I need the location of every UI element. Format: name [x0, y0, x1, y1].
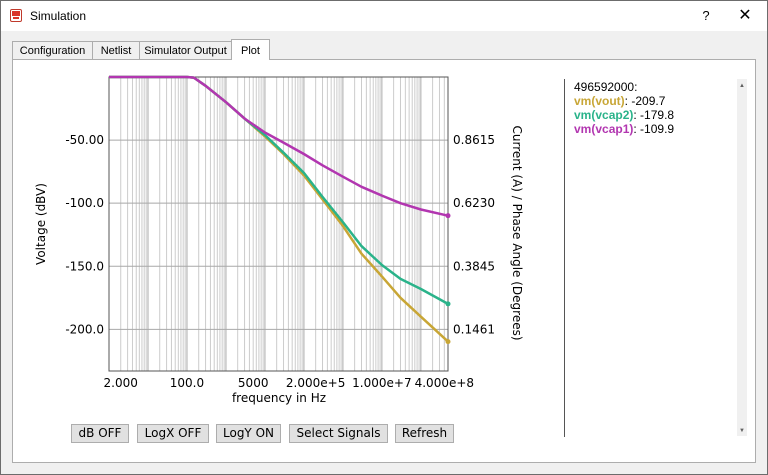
readout-signal-value: -209.7 — [631, 94, 666, 108]
y-axis-label: Voltage (dBV) — [34, 183, 48, 265]
y2-axis-label: Current (A) / Phase Angle (Degrees) — [510, 125, 524, 340]
x-tick-label: 100.0 — [170, 376, 204, 390]
plot-chart[interactable]: -50.00 -100.0 -150.0 -200.0 0.8615 0.6230 0.38… — [1, 1, 767, 474]
simulation-window: Simulation ? ✕ Configuration Netlist Sim… — [0, 0, 768, 475]
readout-row-vout: vm(vout): -209.7 — [574, 94, 666, 108]
select-signals-button[interactable]: Select Signals — [289, 424, 388, 443]
panel-divider[interactable] — [564, 79, 565, 437]
readout-signal-name: vm(vcap1) — [574, 122, 634, 136]
series-end-point — [445, 301, 451, 307]
readout-x-value: 496592000: — [574, 80, 638, 94]
y2-tick-label: 0.1461 — [453, 322, 495, 336]
y2-tick-label: 0.8615 — [453, 133, 495, 147]
readout-signal-value: -179.8 — [640, 108, 675, 122]
scroll-up-arrow-icon[interactable]: ▲ — [737, 81, 747, 91]
readout-row-vcap1: vm(vcap1): -109.9 — [574, 122, 675, 136]
x-tick-label: 2.000 — [104, 376, 138, 390]
x-tick-label: 2.000e+5 — [286, 376, 345, 390]
db-toggle-button[interactable]: dB OFF — [71, 424, 129, 443]
x-tick-label: 5000 — [238, 376, 269, 390]
refresh-button[interactable]: Refresh — [395, 424, 454, 443]
y-tick-label: -100.0 — [65, 196, 104, 210]
plot-labels: -50.00 -100.0 -150.0 -200.0 0.8615 0.6230 0.38… — [34, 125, 524, 405]
logy-toggle-button[interactable]: LogY ON — [216, 424, 281, 443]
y-tick-label: -50.00 — [65, 133, 104, 147]
plot-series — [109, 75, 451, 345]
x-axis-label: frequency in Hz — [232, 391, 326, 405]
readout-signal-name: vm(vcap2) — [574, 108, 634, 122]
series-end-point — [445, 339, 451, 345]
readout-signal-value: -109.9 — [640, 122, 675, 136]
readout-row-vcap2: vm(vcap2): -179.8 — [574, 108, 675, 122]
x-tick-label: 1.000e+7 — [352, 376, 411, 390]
scroll-down-arrow-icon[interactable]: ▼ — [737, 426, 747, 436]
logx-toggle-button[interactable]: LogX OFF — [137, 424, 209, 443]
y-tick-label: -200.0 — [65, 322, 104, 336]
plot-grid — [108, 77, 448, 371]
y-tick-label: -150.0 — [65, 259, 104, 273]
y2-tick-label: 0.6230 — [453, 196, 495, 210]
signal-readout: 496592000: vm(vout): -209.7 vm(vcap2): -… — [574, 80, 674, 136]
tab-plot[interactable]: Plot — [231, 39, 270, 60]
readout-scrollbar[interactable]: ▲ ▼ — [737, 79, 747, 436]
series-end-point — [445, 213, 451, 219]
x-tick-label: 4.000e+8 — [415, 376, 474, 390]
y2-tick-label: 0.3845 — [453, 259, 495, 273]
readout-signal-name: vm(vout) — [574, 94, 625, 108]
